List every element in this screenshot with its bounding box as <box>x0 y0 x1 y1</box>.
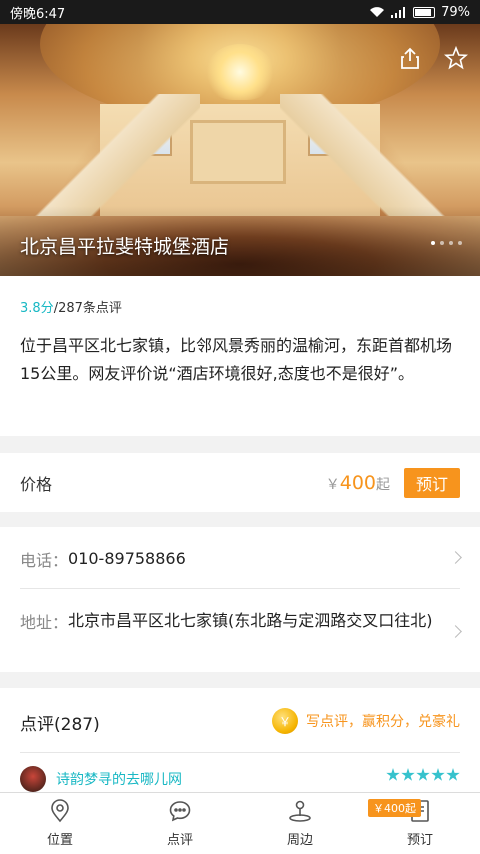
review-count: /287条点评 <box>53 301 122 316</box>
review-item[interactable]: 诗韵梦寻的去哪儿网 <box>20 766 182 792</box>
nav-nearby-label: 周边 <box>286 833 313 848</box>
comment-icon <box>169 801 191 822</box>
nav-booking-label: 预订 <box>406 833 433 848</box>
star-icon <box>416 768 430 781</box>
signal-icon <box>391 7 406 18</box>
coin-icon: ￥ <box>272 708 298 734</box>
reviews-section: 点评(287) ￥ 写点评，赢积分，兑豪礼 诗韵梦寻的去哪儿网 <box>0 688 480 792</box>
nearby-icon <box>289 800 311 822</box>
book-button[interactable]: 预订 <box>404 467 460 498</box>
hotel-name: 北京昌平拉斐特城堡酒店 <box>20 236 230 258</box>
share-button[interactable] <box>396 44 424 72</box>
write-review-button[interactable]: ￥ 写点评，赢积分，兑豪礼 <box>272 708 460 734</box>
reviews-title: 点评(287) <box>20 715 100 735</box>
battery-icon <box>413 6 436 18</box>
bottom-nav: 位置 点评 周边 预订 ￥400起 <box>0 792 480 854</box>
price-badge: ￥400起 <box>368 799 421 817</box>
price-value: ￥400起 <box>325 471 390 494</box>
carousel-indicator <box>431 241 462 245</box>
address-text: 北京市昌平区北七家镇(东北路与定泗路交叉口往北) <box>68 611 433 630</box>
phone-label: 电话： <box>20 551 69 570</box>
write-review-label: 写点评，赢积分，兑豪礼 <box>306 714 460 730</box>
nav-location-label: 位置 <box>46 833 73 848</box>
battery-level: 79% <box>441 4 470 20</box>
wifi-icon <box>370 7 385 17</box>
star-icon <box>401 768 415 781</box>
status-bar: 傍晚6:47 79% <box>0 0 480 24</box>
hotel-description: 位于昌平区北七家镇，比邻风景秀丽的温榆河，东距首都机场15公里。网友评价说“酒店… <box>20 336 453 383</box>
share-icon <box>401 47 419 69</box>
favorite-button[interactable] <box>442 44 470 72</box>
nav-location[interactable]: 位置 <box>0 793 120 854</box>
nav-comment[interactable]: 点评 <box>120 793 240 854</box>
rating-score: 3.8分 <box>20 301 54 316</box>
avatar <box>20 766 46 792</box>
address-label: 地址： <box>20 613 69 632</box>
phone-number: 010-89758866 <box>68 549 186 568</box>
star-icon <box>446 768 460 781</box>
contact-section: 电话： 010-89758866 地址： 北京市昌平区北七家镇(东北路与定泗路交… <box>0 527 480 672</box>
star-rating <box>386 768 460 782</box>
location-icon <box>51 799 69 823</box>
price-label: 价格 <box>20 474 53 494</box>
star-icon <box>386 768 400 781</box>
reviewer-name: 诗韵梦寻的去哪儿网 <box>56 772 182 788</box>
nav-nearby[interactable]: 周边 <box>240 793 360 854</box>
status-icons: 79% <box>369 5 470 20</box>
price-section: 价格 ￥400起 预订 <box>0 453 480 512</box>
nav-comment-label: 点评 <box>166 833 193 848</box>
screen: 傍晚6:47 79% 北京昌平拉斐特城堡酒店 3.8分/287条点评 位于昌平区… <box>0 0 480 854</box>
phone-row[interactable]: 电话： 010-89758866 <box>20 547 460 571</box>
nav-booking[interactable]: 预订 ￥400起 <box>360 793 480 854</box>
chandelier <box>206 44 274 100</box>
status-time: 傍晚6:47 <box>10 6 66 22</box>
star-outline-icon <box>444 46 468 70</box>
hotel-summary: 3.8分/287条点评 位于昌平区北七家镇，比邻风景秀丽的温榆河，东距首都机场1… <box>0 276 480 436</box>
rating-line[interactable]: 3.8分/287条点评 <box>20 297 122 316</box>
hotel-hero-image[interactable]: 北京昌平拉斐特城堡酒店 <box>0 24 480 276</box>
star-icon <box>431 768 445 781</box>
address-row[interactable]: 地址： 北京市昌平区北七家镇(东北路与定泗路交叉口往北) <box>20 609 460 633</box>
